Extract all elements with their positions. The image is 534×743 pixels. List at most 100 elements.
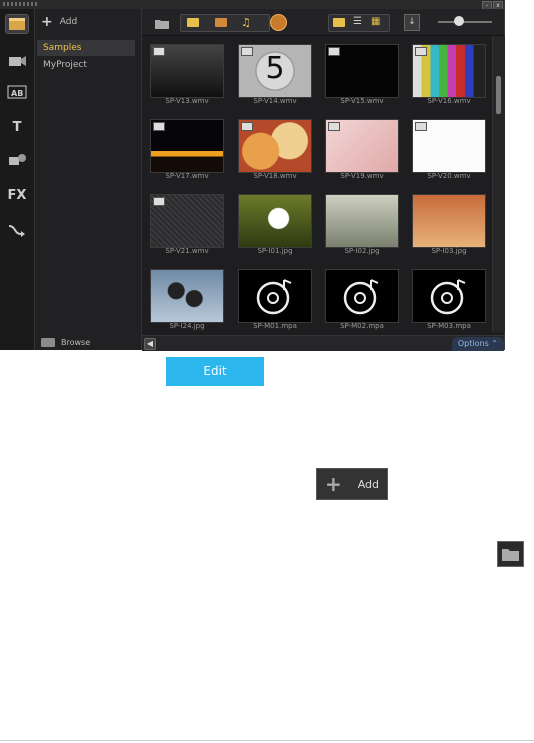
audio-file-icon bbox=[413, 270, 485, 322]
add-folder-button[interactable]: + Add bbox=[41, 15, 77, 29]
file-name: SP-I02.jpg bbox=[344, 247, 380, 255]
video-badge-icon bbox=[415, 122, 427, 131]
video-badge-icon bbox=[415, 47, 427, 56]
file-name: SP-V19.wmv bbox=[340, 172, 384, 180]
video-badge-icon bbox=[241, 122, 253, 131]
media-tile[interactable]: SP-V13.wmv bbox=[150, 44, 224, 108]
media-icon[interactable] bbox=[5, 14, 29, 34]
thumbnail bbox=[238, 119, 312, 173]
media-tile[interactable]: SP-M03.mpa bbox=[412, 269, 486, 332]
thumbnail bbox=[238, 194, 312, 248]
list-view-icon[interactable]: ☰ bbox=[353, 16, 362, 27]
view-mode-group: ☰ ▦ bbox=[328, 14, 390, 32]
thumbnail-view-icon[interactable] bbox=[333, 18, 345, 27]
thumbnail bbox=[150, 269, 224, 323]
open-folder-icon[interactable] bbox=[497, 541, 524, 567]
file-name: SP-M02.mpa bbox=[340, 322, 384, 330]
folder-item-myproject[interactable]: MyProject bbox=[37, 57, 135, 73]
video-badge-icon bbox=[328, 47, 340, 56]
add-folder-label: Add bbox=[59, 17, 78, 27]
countdown-number: 5 bbox=[265, 51, 285, 86]
folder-icon[interactable] bbox=[154, 15, 170, 29]
thumbnail: 5 bbox=[238, 44, 312, 98]
file-name: SP-I01.jpg bbox=[257, 247, 293, 255]
file-name: SP-I03.jpg bbox=[431, 247, 467, 255]
video-badge-icon bbox=[153, 197, 165, 206]
media-tile[interactable]: SP-I02.jpg bbox=[325, 194, 399, 258]
audio-file-icon bbox=[239, 270, 311, 322]
thumbnail bbox=[150, 194, 224, 248]
media-tile[interactable]: SP-I01.jpg bbox=[238, 194, 312, 258]
thumbnail bbox=[325, 119, 399, 173]
add-button[interactable]: + Add bbox=[316, 468, 388, 500]
file-name: SP-V20.wmv bbox=[427, 172, 471, 180]
media-tile[interactable]: SP-M02.mpa bbox=[325, 269, 399, 332]
graphic-icon[interactable] bbox=[6, 151, 28, 169]
video-badge-icon bbox=[153, 47, 165, 56]
media-tile[interactable]: SP-I24.jpg bbox=[150, 269, 224, 332]
media-filter-group: ♫ bbox=[180, 14, 270, 32]
transition-icon[interactable]: AB bbox=[6, 83, 28, 101]
thumbnail bbox=[412, 119, 486, 173]
options-button[interactable]: Options ⌃ bbox=[451, 337, 504, 351]
media-tile[interactable]: SP-M01.mpa bbox=[238, 269, 312, 332]
options-label: Options bbox=[457, 339, 489, 348]
thumbnail bbox=[150, 119, 224, 173]
path-icon[interactable] bbox=[6, 221, 28, 239]
media-tile[interactable]: SP-V17.wmv bbox=[150, 119, 224, 183]
file-name: SP-M03.mpa bbox=[427, 322, 471, 330]
browse-label: Browse bbox=[61, 338, 91, 347]
sort-icon[interactable]: ↓ bbox=[404, 14, 420, 31]
file-name: SP-V13.wmv bbox=[165, 97, 209, 105]
filter-icon[interactable]: FX bbox=[6, 187, 28, 205]
thumbnail bbox=[412, 269, 486, 323]
file-name: SP-V17.wmv bbox=[165, 172, 209, 180]
media-tile[interactable]: SP-V18.wmv bbox=[238, 119, 312, 183]
svg-text:AB: AB bbox=[11, 89, 23, 98]
file-name: SP-V16.wmv bbox=[427, 97, 471, 105]
drag-handle[interactable] bbox=[3, 2, 37, 6]
thumbnail-size-slider[interactable] bbox=[438, 21, 492, 23]
library-tabs: AB T FX bbox=[0, 9, 35, 350]
scroll-thumb[interactable] bbox=[496, 76, 501, 114]
library-toolbar: ♫ ☰ ▦ ↓ bbox=[142, 9, 504, 36]
file-name: SP-V21.wmv bbox=[165, 247, 209, 255]
show-videos-icon[interactable] bbox=[187, 18, 199, 27]
media-tile[interactable]: SP-V20.wmv bbox=[412, 119, 486, 183]
media-tile[interactable]: 5 SP-V14.wmv bbox=[238, 44, 312, 108]
video-badge-icon bbox=[153, 122, 165, 131]
show-photos-icon[interactable] bbox=[215, 18, 227, 27]
plus-icon: + bbox=[325, 472, 342, 496]
file-name: SP-V15.wmv bbox=[340, 97, 384, 105]
grid-view-icon[interactable]: ▦ bbox=[371, 16, 380, 27]
thumbnail bbox=[238, 269, 312, 323]
folder-item-samples[interactable]: Samples bbox=[37, 40, 135, 56]
add-button-label: Add bbox=[357, 477, 379, 491]
thumbnail bbox=[325, 269, 399, 323]
title-icon[interactable]: T bbox=[6, 119, 28, 137]
media-tile[interactable]: SP-V21.wmv bbox=[150, 194, 224, 258]
thumbnail bbox=[412, 194, 486, 248]
media-tile[interactable]: SP-I03.jpg bbox=[412, 194, 486, 258]
scrollbar[interactable] bbox=[492, 36, 505, 332]
edit-step-button[interactable]: Edit bbox=[166, 357, 264, 386]
folder-panel: + Add Samples MyProject Browse bbox=[35, 9, 142, 350]
collapse-arrow-icon[interactable]: ◀ bbox=[144, 338, 156, 350]
media-tile[interactable]: SP-V15.wmv bbox=[325, 44, 399, 108]
library-panel: - x AB T FX + Add Samples MyProject Brow… bbox=[0, 0, 505, 351]
import-icon[interactable] bbox=[270, 14, 287, 31]
slider-knob[interactable] bbox=[454, 16, 464, 26]
thumbnail bbox=[412, 44, 486, 98]
media-tile[interactable]: SP-V19.wmv bbox=[325, 119, 399, 183]
file-name: SP-V14.wmv bbox=[253, 97, 297, 105]
page-rule bbox=[0, 740, 534, 741]
instant-project-icon[interactable] bbox=[6, 51, 28, 69]
thumbnail bbox=[325, 44, 399, 98]
plus-icon: + bbox=[41, 14, 53, 30]
video-badge-icon bbox=[328, 122, 340, 131]
media-tile[interactable]: SP-V16.wmv bbox=[412, 44, 486, 108]
browse-button[interactable]: Browse bbox=[41, 338, 90, 347]
show-audio-icon[interactable]: ♫ bbox=[241, 16, 251, 29]
thumbnail bbox=[150, 44, 224, 98]
file-name: SP-I24.jpg bbox=[169, 322, 205, 330]
